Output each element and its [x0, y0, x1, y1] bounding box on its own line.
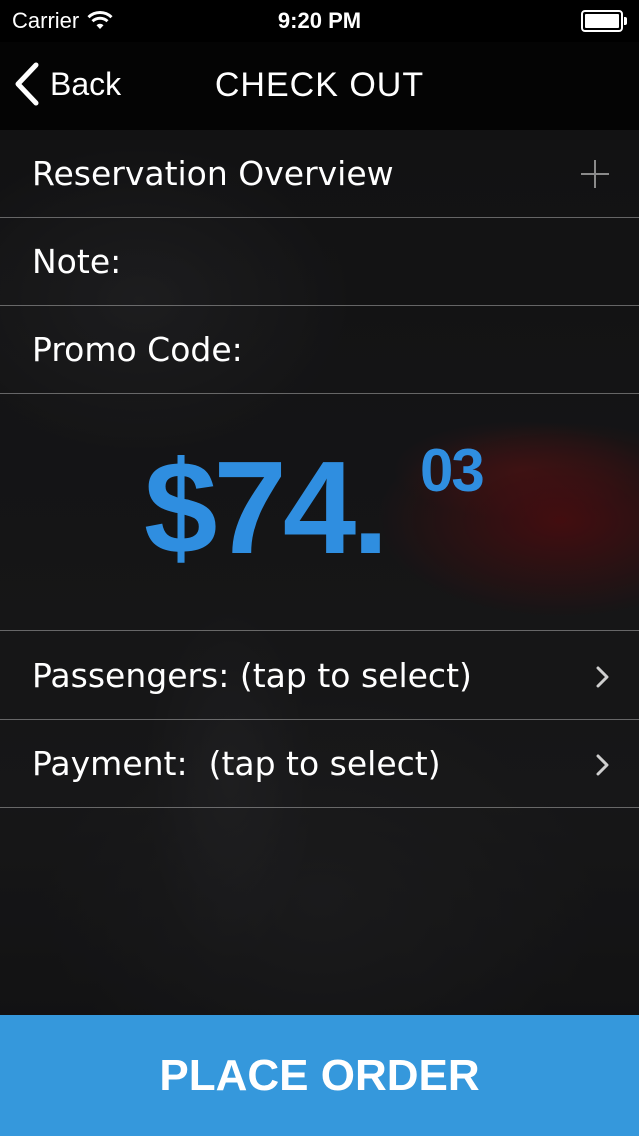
- passengers-row[interactable]: Passengers: (tap to select): [0, 632, 639, 720]
- place-order-label: PLACE ORDER: [159, 1050, 480, 1100]
- passengers-label: Passengers: (tap to select): [32, 656, 472, 695]
- promo-code-label: Promo Code:: [32, 330, 243, 369]
- reservation-overview-row[interactable]: Reservation Overview: [0, 130, 639, 218]
- chevron-right-icon: [596, 754, 609, 776]
- chevron-right-icon: [596, 666, 609, 688]
- payment-row[interactable]: Payment: (tap to select): [0, 720, 639, 808]
- price-dollars: $74.: [144, 434, 389, 581]
- plus-icon[interactable]: [579, 158, 611, 190]
- note-row[interactable]: Note:: [0, 218, 639, 306]
- status-time: 9:20 PM: [277, 8, 362, 33]
- status-bar: Carrier 9:20 PM: [0, 0, 639, 42]
- payment-label: Payment: (tap to select): [32, 744, 441, 783]
- promo-code-row[interactable]: Promo Code:: [0, 306, 639, 394]
- price-display: $74. 03: [0, 392, 639, 631]
- navigation-bar: Back CHECK OUT: [0, 42, 639, 130]
- reservation-overview-label: Reservation Overview: [32, 154, 394, 193]
- note-label: Note:: [32, 242, 122, 281]
- price-cents: 03: [420, 437, 485, 504]
- battery-icon: [581, 10, 627, 32]
- place-order-button[interactable]: PLACE ORDER: [0, 1015, 639, 1136]
- page-title: CHECK OUT: [214, 66, 425, 104]
